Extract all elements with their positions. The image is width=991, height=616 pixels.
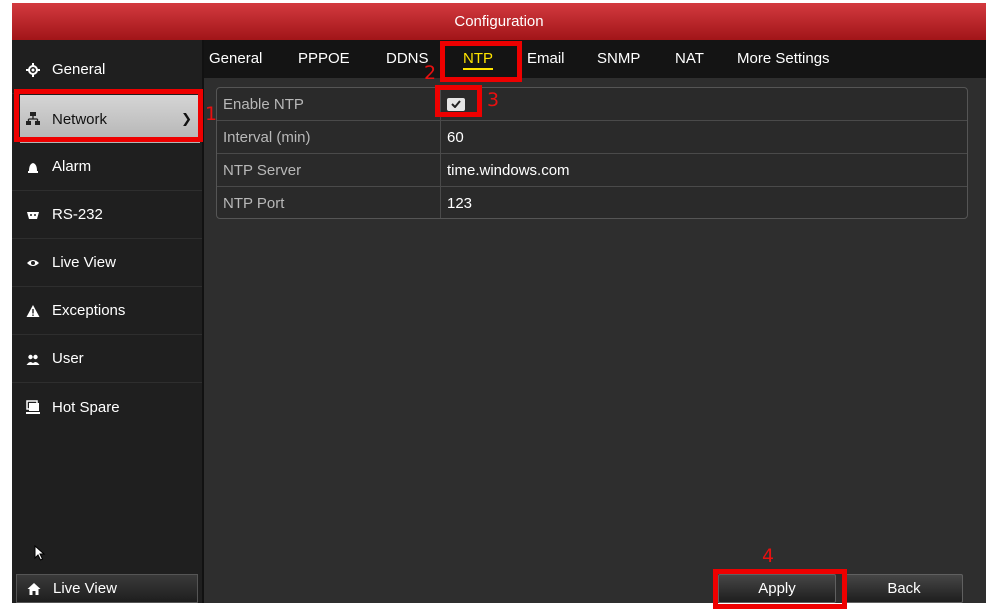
tab-bar: General PPPOE DDNS NTP Email SNMP NAT Mo… xyxy=(204,40,986,78)
back-button[interactable]: Back xyxy=(845,574,963,603)
sidebar-item-label: General xyxy=(52,61,106,78)
ntp-settings-table: Enable NTP Interval (min) 60 NTP Server … xyxy=(216,87,968,219)
annotation-number-4: 4 xyxy=(762,545,775,567)
annotation-box-network xyxy=(14,89,203,142)
setting-row-ntp-server: NTP Server time.windows.com xyxy=(217,154,967,187)
setting-row-enable-ntp: Enable NTP xyxy=(217,88,967,121)
live-view-button-label: Live View xyxy=(53,580,117,597)
tab-nat[interactable]: NAT xyxy=(675,40,704,78)
tab-ddns[interactable]: DDNS xyxy=(386,40,429,78)
eye-icon xyxy=(26,256,40,270)
sidebar-item-alarm[interactable]: Alarm xyxy=(12,143,202,191)
sidebar-item-label: User xyxy=(52,350,84,367)
sidebar-item-live-view[interactable]: Live View xyxy=(12,239,202,287)
sidebar-item-label: Live View xyxy=(52,254,116,271)
annotation-number-2: 2 xyxy=(424,62,437,84)
alarm-icon xyxy=(26,160,40,174)
annotation-number-1: 1 xyxy=(205,103,218,125)
tab-more-settings[interactable]: More Settings xyxy=(737,40,830,78)
home-icon xyxy=(27,582,41,596)
annotation-box-apply xyxy=(713,569,847,609)
annotation-box-enable-checkbox xyxy=(435,85,482,117)
sidebar-item-user[interactable]: User xyxy=(12,335,202,383)
annotation-number-3: 3 xyxy=(487,89,500,111)
interval-input[interactable]: 60 xyxy=(447,121,464,153)
tab-pppoe[interactable]: PPPOE xyxy=(298,40,350,78)
sidebar-item-general[interactable]: General xyxy=(12,46,202,94)
live-view-button[interactable]: Live View xyxy=(16,574,198,603)
users-icon xyxy=(26,352,40,366)
setting-label: Enable NTP xyxy=(217,88,441,120)
ntp-port-input[interactable]: 123 xyxy=(447,187,472,218)
hot-spare-icon xyxy=(26,400,40,414)
annotation-box-ntp-tab xyxy=(440,41,522,82)
window-title: Configuration xyxy=(454,13,544,30)
setting-label: NTP Server xyxy=(217,154,441,186)
sidebar-item-label: Exceptions xyxy=(52,302,126,319)
sidebar-item-exceptions[interactable]: Exceptions xyxy=(12,287,202,335)
setting-label: Interval (min) xyxy=(217,121,441,153)
sidebar-item-hot-spare[interactable]: Hot Spare xyxy=(12,383,202,431)
setting-label: NTP Port xyxy=(217,187,441,218)
sidebar-item-label: Hot Spare xyxy=(52,398,120,416)
setting-row-ntp-port: NTP Port 123 xyxy=(217,187,967,218)
gear-icon xyxy=(26,62,40,77)
sidebar-item-rs232[interactable]: RS-232 xyxy=(12,191,202,239)
setting-row-interval: Interval (min) 60 xyxy=(217,121,967,154)
sidebar-item-label: Alarm xyxy=(52,158,92,175)
title-bar: Configuration xyxy=(12,3,986,40)
tab-general[interactable]: General xyxy=(209,40,262,78)
ntp-server-input[interactable]: time.windows.com xyxy=(447,154,570,186)
warning-icon xyxy=(26,304,40,318)
sidebar-item-label: RS-232 xyxy=(52,206,103,223)
serial-port-icon xyxy=(26,208,40,222)
tab-email[interactable]: Email xyxy=(527,40,565,78)
mouse-cursor-icon xyxy=(34,544,46,566)
tab-snmp[interactable]: SNMP xyxy=(597,40,640,78)
